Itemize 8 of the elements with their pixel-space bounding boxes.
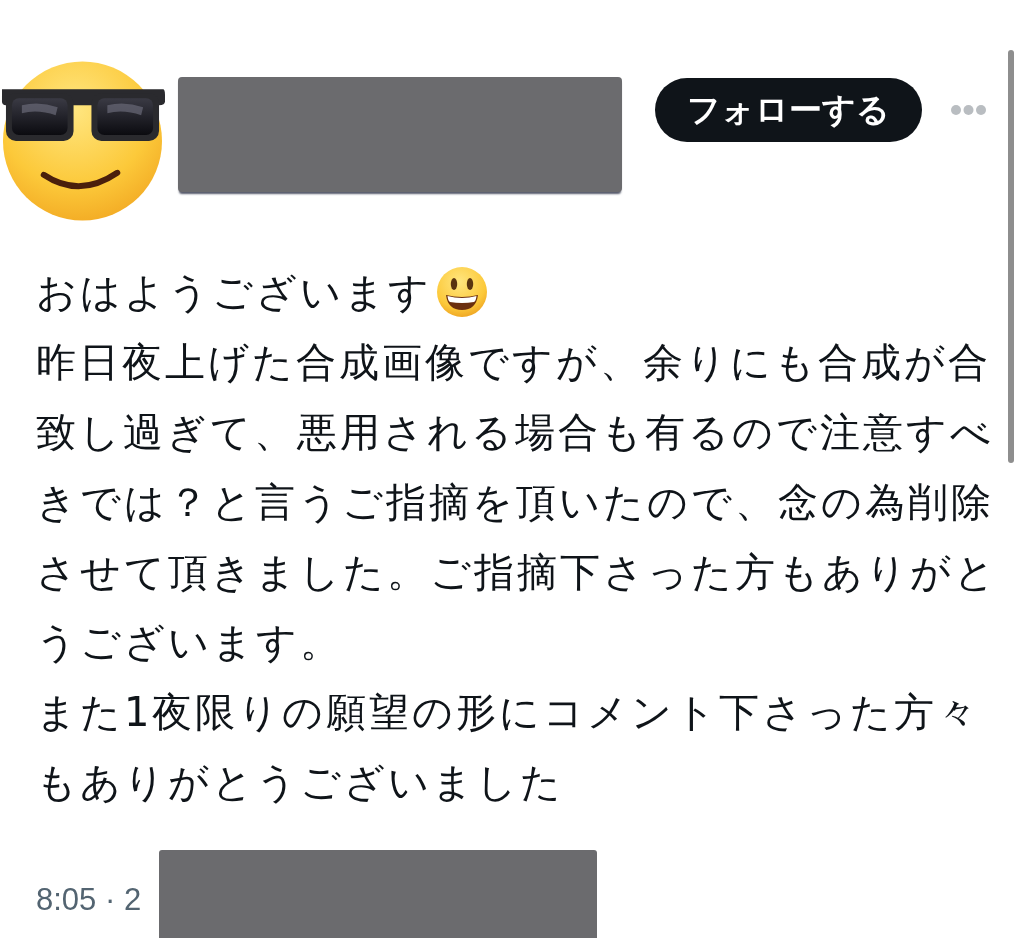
post-text: また1夜限りの願望の形にコメント下さった方々もありがとうございました xyxy=(36,688,982,807)
more-icon[interactable] xyxy=(950,104,987,116)
post-timestamp: 8:05 · 2 xyxy=(36,882,142,918)
scrollbar-thumb[interactable] xyxy=(1008,50,1014,463)
grinning-smiley-icon xyxy=(436,266,488,318)
post-greeting: おはようございます xyxy=(36,268,432,317)
follow-button[interactable]: フォローする xyxy=(655,78,922,142)
post-text: 昨日夜上げた合成画像ですが、余りにも合成が合致し過ぎて、悪用される場合も有るので注意すべきでは？と言うご指摘を頂いたので、念の為削除させて頂きました。ご指摘下さった方もありがとうございます。 xyxy=(36,338,999,667)
